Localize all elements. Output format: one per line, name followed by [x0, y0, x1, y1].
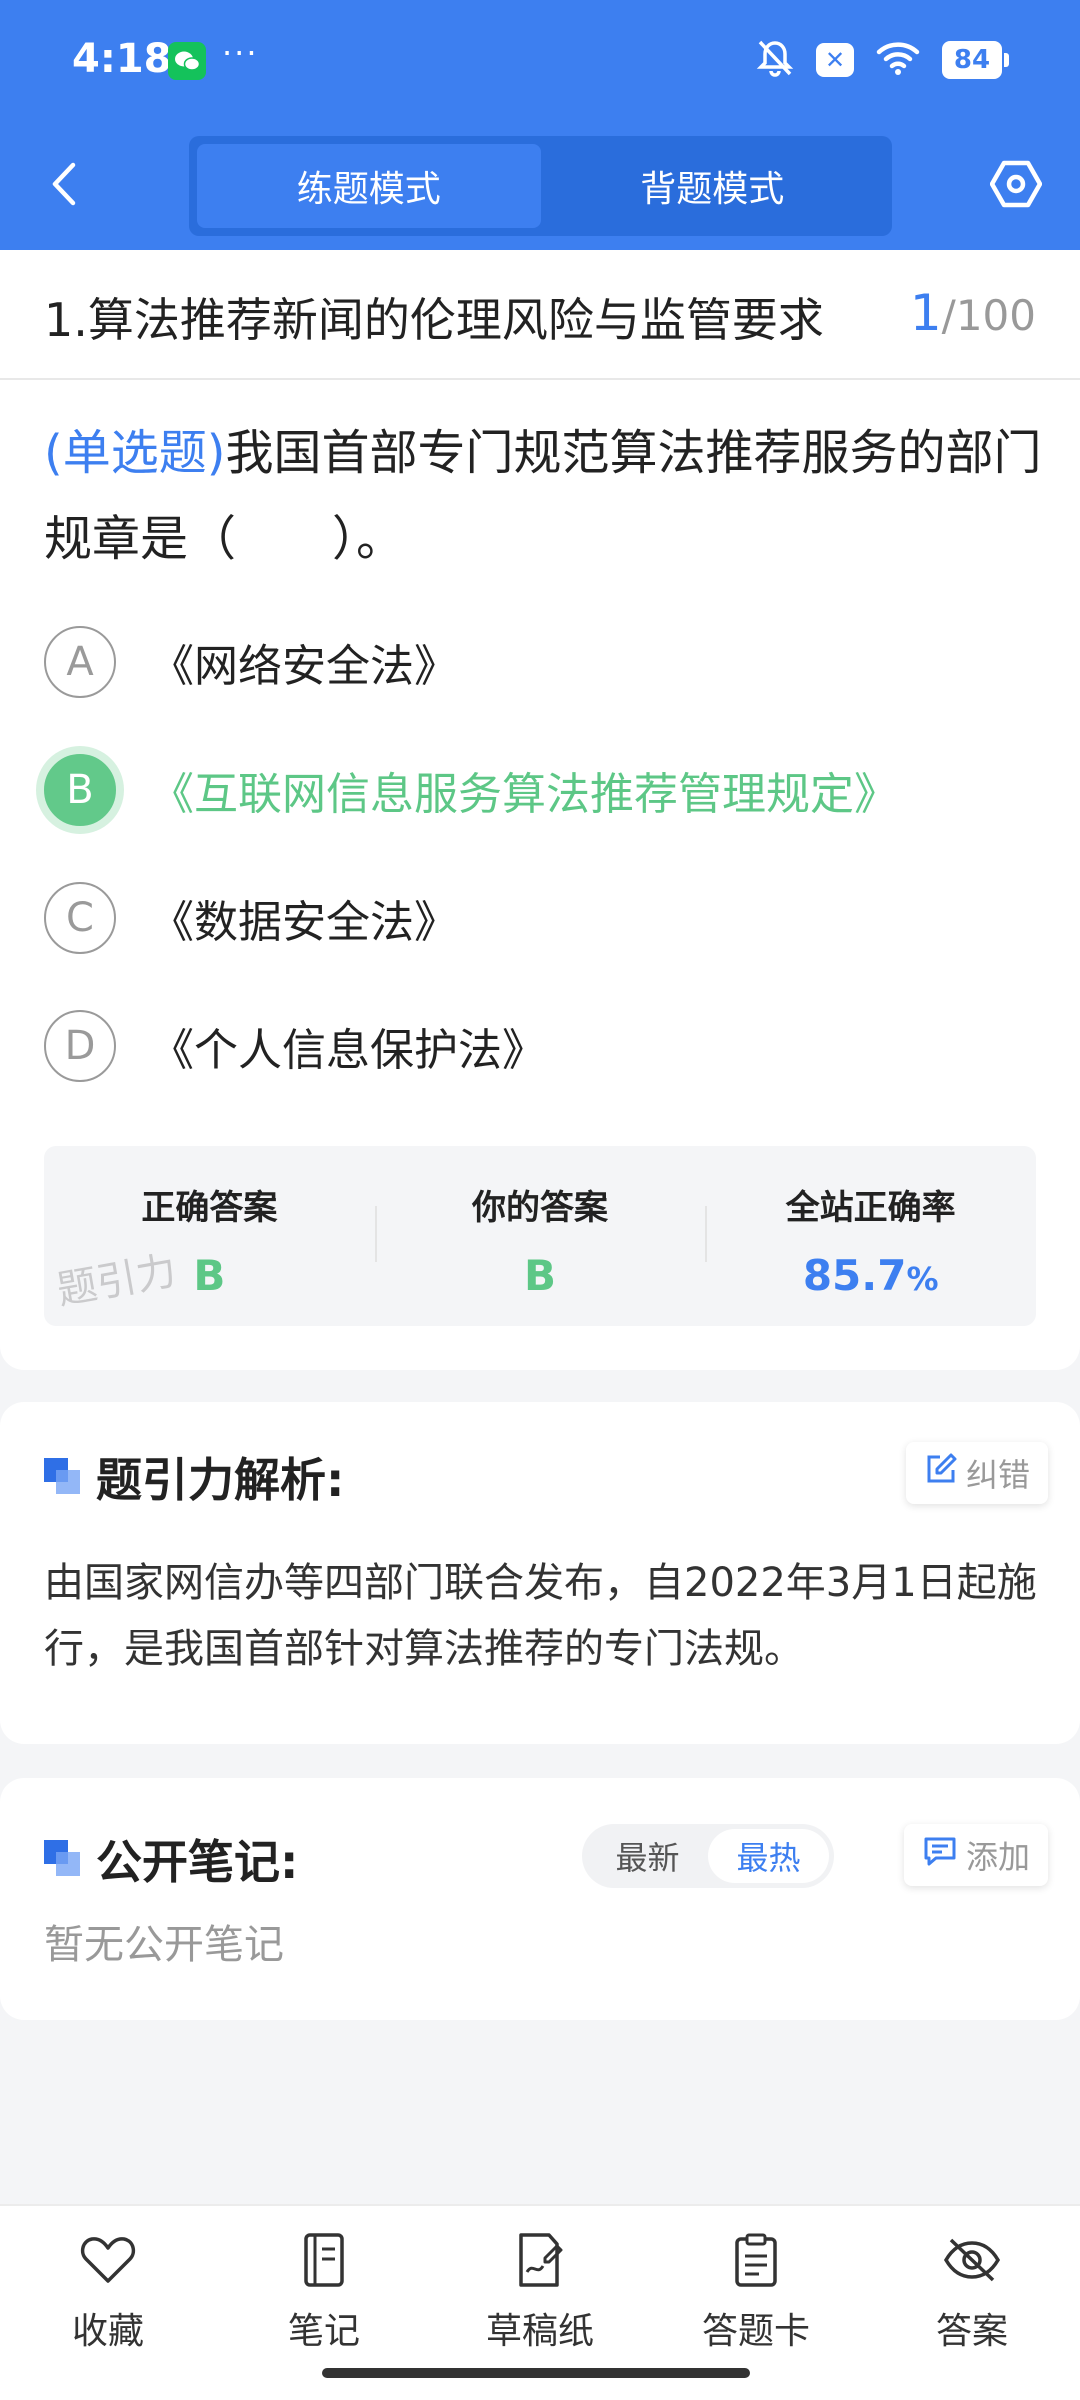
- current-question-number: 1: [909, 284, 942, 342]
- notebook-icon: [294, 2230, 354, 2290]
- option-b[interactable]: B 《互联网信息服务算法推荐管理规定》: [44, 754, 898, 826]
- correct-answer-block: 正确答案 B 题引力: [44, 1146, 375, 1326]
- report-error-label: 纠错: [965, 1456, 1030, 1494]
- your-answer-block: 你的答案 B: [374, 1146, 706, 1326]
- correct-answer-label: 正确答案: [141, 1188, 278, 1228]
- favorite-button[interactable]: 收藏: [0, 2206, 216, 2400]
- back-button[interactable]: [44, 158, 84, 214]
- add-note-button[interactable]: 添加: [903, 1824, 1048, 1886]
- sort-hottest[interactable]: 最热: [708, 1829, 829, 1883]
- favorite-label: 收藏: [71, 2311, 144, 2352]
- mode-switch: 练题模式 背题模式: [189, 136, 892, 236]
- notes-title: 公开笔记:: [96, 1835, 299, 1889]
- comment-icon: [922, 1835, 958, 1875]
- option-letter: A: [44, 626, 116, 698]
- question-type: (单选题): [44, 425, 226, 481]
- notes-sort-toggle: 最新 最热: [582, 1824, 834, 1888]
- accuracy-value: 85.7%: [803, 1251, 939, 1300]
- status-icons: ✕ 84: [756, 38, 1009, 82]
- settings-button[interactable]: [988, 158, 1044, 214]
- question-set-title: 1.算法推荐新闻的伦理风险与监管要求: [44, 293, 824, 347]
- option-text: 《互联网信息服务算法推荐管理规定》: [150, 769, 898, 820]
- option-text: 《数据安全法》: [150, 897, 458, 948]
- option-d[interactable]: D 《个人信息保护法》: [44, 1010, 546, 1082]
- chevron-left-icon: [51, 162, 77, 210]
- your-answer-label: 你的答案: [472, 1188, 608, 1228]
- option-text: 《网络安全法》: [150, 641, 458, 692]
- correct-answer-value: B: [193, 1251, 226, 1300]
- notes-label: 笔记: [287, 2311, 360, 2352]
- tab-practice-mode[interactable]: 练题模式: [197, 144, 541, 228]
- add-note-label: 添加: [965, 1838, 1030, 1876]
- heart-icon: [78, 2230, 138, 2290]
- option-letter: C: [44, 882, 116, 954]
- edit-icon: [924, 1452, 958, 1494]
- notes-empty-text: 暂无公开笔记: [44, 1922, 284, 1968]
- accuracy-number: 85.7: [802, 1251, 907, 1300]
- accuracy-label: 全站正确率: [785, 1188, 956, 1228]
- show-answer-button[interactable]: 答案: [864, 2206, 1080, 2400]
- analysis-text: 由国家网信办等四部门联合发布，自2022年3月1日起施行，是我国首部针对算法推荐…: [44, 1560, 1037, 1672]
- eye-off-icon: [942, 2230, 1002, 2290]
- question-text: (单选题)我国首部专门规范算法推荐服务的部门规章是（ ）。: [44, 410, 1044, 582]
- gear-icon: [989, 160, 1043, 212]
- analysis-title: 题引力解析:: [96, 1453, 345, 1507]
- app-header: 4:18 ··· ✕ 84 练题模式 背题模式: [0, 0, 1080, 250]
- total-questions: /100: [941, 291, 1036, 340]
- status-bar: 4:18 ··· ✕ 84: [0, 0, 1080, 125]
- show-answer-label: 答案: [935, 2311, 1008, 2352]
- battery-indicator: 84: [942, 41, 1009, 79]
- answer-sheet-label: 答题卡: [701, 2311, 810, 2352]
- report-error-button[interactable]: 纠错: [905, 1442, 1048, 1504]
- wifi-icon: [876, 40, 920, 80]
- draft-paper-label: 草稿纸: [485, 2311, 594, 2352]
- answer-summary: 正确答案 B 题引力 你的答案 B 全站正确率 85.7%: [44, 1146, 1036, 1326]
- question-header: 1.算法推荐新闻的伦理风险与监管要求 1/100: [0, 250, 1080, 380]
- analysis-card: 题引力解析: 纠错 由国家网信办等四部门联合发布，自2022年3月1日起施行，是…: [0, 1402, 1080, 1744]
- option-a[interactable]: A 《网络安全法》: [44, 626, 458, 698]
- watermark: 题引力: [53, 1247, 180, 1315]
- question-card: (单选题)我国首部专门规范算法推荐服务的部门规章是（ ）。 A 《网络安全法》 …: [0, 380, 1080, 1370]
- option-letter: D: [44, 1010, 116, 1082]
- home-indicator[interactable]: [322, 2368, 750, 2378]
- section-marker-icon: [44, 1458, 82, 1496]
- more-notifications-icon: ···: [222, 34, 259, 72]
- option-text: 《个人信息保护法》: [150, 1025, 546, 1076]
- sort-latest[interactable]: 最新: [587, 1829, 708, 1883]
- analysis-heading: 题引力解析:: [44, 1444, 344, 1510]
- option-c[interactable]: C 《数据安全法》: [44, 882, 458, 954]
- option-letter: B: [44, 754, 116, 826]
- notification-badge: ✕: [816, 43, 854, 77]
- status-time: 4:18: [72, 36, 172, 82]
- notes-card: 公开笔记: 最新 最热 添加 暂无公开笔记: [0, 1778, 1080, 2020]
- question-counter: 1/100: [910, 284, 1036, 342]
- wechat-icon: [168, 42, 206, 80]
- accuracy-block: 全站正确率 85.7%: [705, 1146, 1036, 1326]
- accuracy-unit: %: [906, 1260, 939, 1298]
- your-answer-value: B: [524, 1251, 557, 1300]
- section-marker-icon: [44, 1840, 82, 1878]
- tab-memorize-mode[interactable]: 背题模式: [541, 144, 885, 228]
- draft-icon: [510, 2230, 570, 2290]
- notes-heading: 公开笔记:: [44, 1826, 298, 1892]
- bell-muted-icon: [756, 38, 794, 82]
- clipboard-icon: [726, 2230, 786, 2290]
